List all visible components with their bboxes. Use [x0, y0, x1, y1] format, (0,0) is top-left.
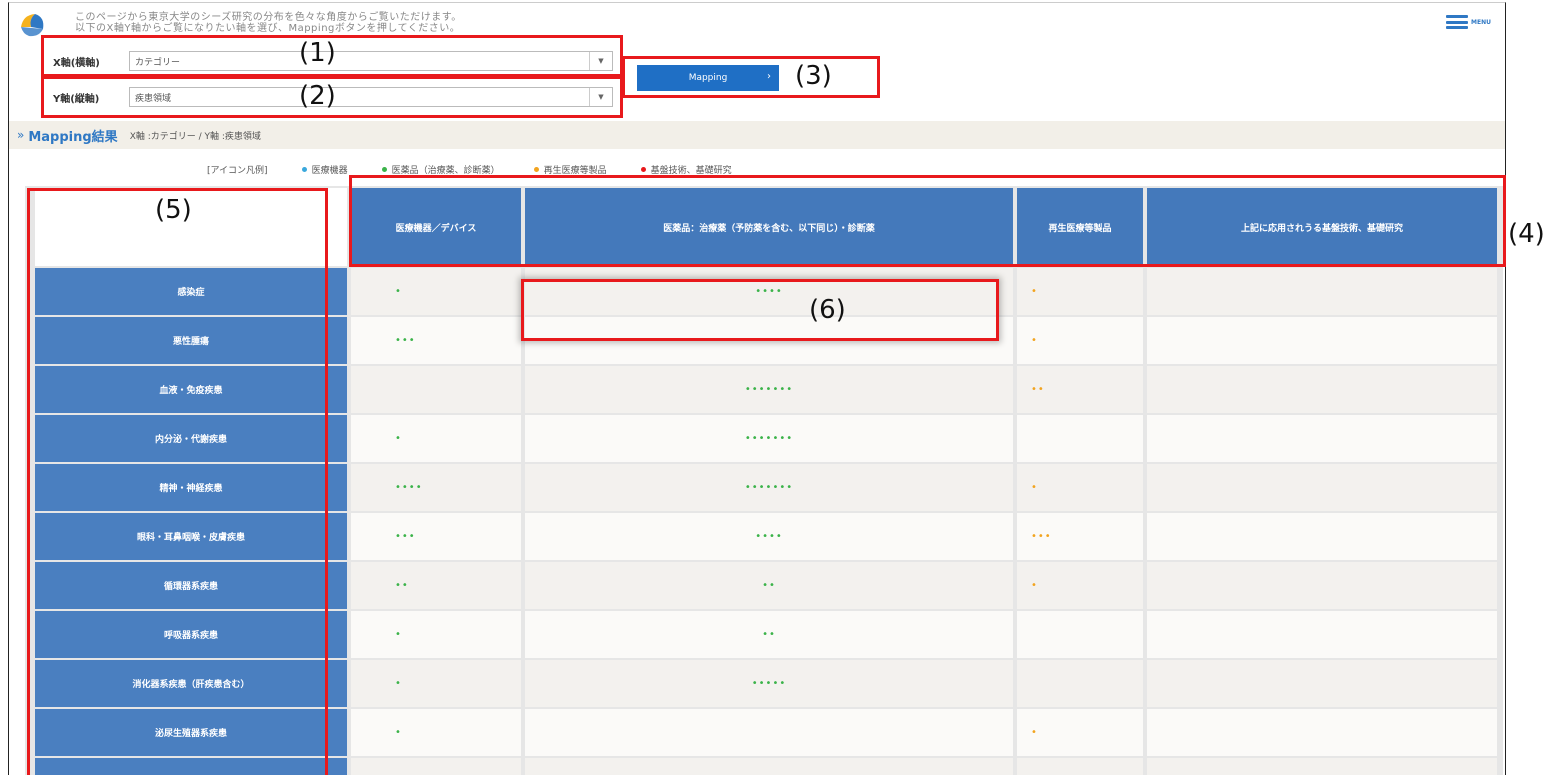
table-cell: •• [351, 562, 521, 609]
table-cell [1147, 562, 1497, 609]
seed-marks[interactable]: • [395, 286, 402, 296]
table-cell: •••• [351, 464, 521, 511]
table-cell: • [1017, 317, 1143, 364]
table-cell [525, 709, 1013, 756]
menu-button[interactable]: MENU [1446, 15, 1491, 29]
seed-marks[interactable]: •• [762, 580, 776, 590]
table-cell: • [1017, 464, 1143, 511]
table-cell: ••••••• [525, 366, 1013, 413]
table-cell: ••••••• [525, 415, 1013, 462]
table-cell: • [351, 415, 521, 462]
annotation-box-4-overflow [1492, 175, 1506, 267]
table-cell: • [1017, 268, 1143, 315]
table-cell: •• [525, 611, 1013, 658]
seed-marks[interactable]: • [1031, 482, 1038, 492]
mapping-page: このページから東京大学のシーズ研究の分布を色々な角度からご覧いただけます。 以下… [8, 2, 1506, 775]
seed-marks[interactable]: •••• [755, 531, 783, 541]
table-cell [1147, 709, 1497, 756]
seed-marks[interactable]: ••••••• [745, 384, 793, 394]
table-cell: • [351, 660, 521, 707]
table-cell: •••• [525, 513, 1013, 560]
orange-dot-icon [533, 167, 539, 172]
table-cell [351, 366, 521, 413]
table-cell: •• [1017, 758, 1143, 775]
seed-marks[interactable]: ••• [395, 531, 416, 541]
annotation-label-2: (2) [299, 81, 336, 111]
intro-text: このページから東京大学のシーズ研究の分布を色々な角度からご覧いただけます。 以下… [75, 12, 462, 34]
table-cell: ••••••• [525, 464, 1013, 511]
intro-line-2: 以下のX軸Y軸からご覧になりたい軸を選び、Mappingボタンを押してください。 [75, 23, 461, 34]
annotation-box-6 [521, 279, 999, 341]
results-bar: » Mapping結果 X軸 :カテゴリー / Y軸 :疾患領域 [9, 121, 1505, 149]
seed-marks[interactable]: •• [395, 580, 409, 590]
table-cell: ••• [351, 317, 521, 364]
table-cell [1147, 317, 1497, 364]
seed-marks[interactable]: ••• [395, 335, 416, 345]
results-subtitle: X軸 :カテゴリー / Y軸 :疾患領域 [129, 131, 261, 142]
seed-marks[interactable]: • [395, 629, 402, 639]
table-cell [1147, 464, 1497, 511]
hamburger-icon [1446, 15, 1469, 29]
seed-marks[interactable]: ••• [1031, 531, 1052, 541]
legend-item-label: 医療機器 [311, 166, 348, 176]
seed-marks[interactable]: • [1031, 727, 1038, 737]
annotation-box-5 [27, 188, 328, 775]
legend-label: [アイコン凡例] [207, 166, 268, 176]
table-cell [1147, 758, 1497, 775]
annotation-label-5: (5) [155, 195, 192, 225]
table-cell: ••• [1017, 513, 1143, 560]
seed-marks[interactable]: • [1031, 286, 1038, 296]
table-cell: • [351, 709, 521, 756]
seed-marks[interactable]: ••••••• [745, 482, 793, 492]
table-cell: • [351, 268, 521, 315]
table-cell [1017, 415, 1143, 462]
table-cell: • [1017, 562, 1143, 609]
table-cell: •••••• [525, 758, 1013, 775]
annotation-box-4 [349, 175, 1501, 267]
table-cell: ••••• [525, 660, 1013, 707]
table-cell [1147, 268, 1497, 315]
menu-label: MENU [1471, 18, 1491, 26]
table-cell [1147, 366, 1497, 413]
table-cell [1147, 513, 1497, 560]
table-cell [1147, 611, 1497, 658]
table-cell [1147, 660, 1497, 707]
annotation-label-4: (4) [1508, 219, 1545, 249]
annotation-label-6: (6) [809, 295, 846, 325]
seed-marks[interactable]: • [395, 433, 402, 443]
seed-marks[interactable]: • [1031, 335, 1038, 345]
legend-item: 医療機器 [301, 163, 348, 176]
annotation-label-3: (3) [795, 61, 832, 91]
table-cell [351, 758, 521, 775]
seed-marks[interactable]: •• [1031, 384, 1045, 394]
seed-marks[interactable]: ••••••• [745, 433, 793, 443]
table-cell [1017, 660, 1143, 707]
seed-marks[interactable]: • [395, 727, 402, 737]
double-chevron-icon: » [17, 128, 25, 142]
table-cell [1017, 611, 1143, 658]
table-cell: •• [1017, 366, 1143, 413]
seed-marks[interactable]: • [1031, 580, 1038, 590]
seed-marks[interactable]: •• [762, 629, 776, 639]
seed-marks[interactable]: •••• [395, 482, 423, 492]
results-title: Mapping結果 [28, 129, 118, 145]
table-cell: • [351, 611, 521, 658]
blue-dot-icon [301, 167, 307, 172]
table-cell: •• [525, 562, 1013, 609]
annotation-label-1: (1) [299, 38, 336, 68]
seed-marks[interactable]: • [395, 678, 402, 688]
seed-marks[interactable]: ••••• [752, 678, 787, 688]
table-cell: ••• [351, 513, 521, 560]
table-cell [1147, 415, 1497, 462]
green-dot-icon [381, 167, 387, 172]
table-cell: • [1017, 709, 1143, 756]
intro-line-1: このページから東京大学のシーズ研究の分布を色々な角度からご覧いただけます。 [75, 12, 462, 23]
red-dot-icon [640, 167, 646, 172]
annotation-box-3 [622, 56, 880, 98]
